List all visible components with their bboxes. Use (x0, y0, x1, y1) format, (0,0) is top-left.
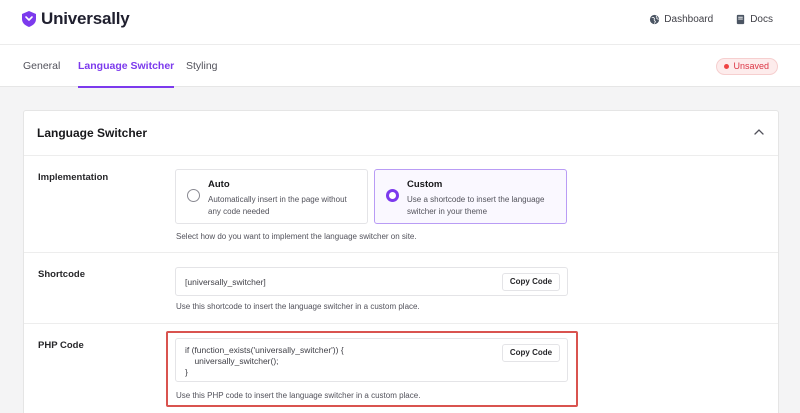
top-links: Dashboard Docs (649, 14, 773, 25)
tab-bar: General Language Switcher Styling Unsave… (0, 45, 800, 88)
status-badge-label: Unsaved (733, 61, 769, 71)
dashboard-link-label: Dashboard (664, 14, 714, 25)
php-code-line: universally_switcher(); (185, 356, 279, 366)
php-code-copy-button[interactable]: Copy Code (502, 344, 560, 362)
brand-logo[interactable]: Universally (22, 9, 130, 29)
tab-language-switcher[interactable]: Language Switcher (78, 45, 175, 88)
custom-option[interactable]: Custom Use a shortcode to insert the lan… (374, 169, 567, 224)
docs-link-label: Docs (750, 14, 773, 25)
php-code-line: } (185, 367, 188, 377)
custom-radio[interactable] (386, 189, 399, 202)
card-header[interactable]: Language Switcher (24, 111, 778, 156)
custom-option-description: Use a shortcode to insert the language s… (407, 195, 545, 216)
row-divider (24, 323, 778, 324)
shortcode-label: Shortcode (38, 269, 85, 280)
php-code-block: if (function_exists('universally_switche… (185, 345, 344, 378)
auto-option[interactable]: Auto Automatically insert in the page wi… (175, 169, 368, 224)
dashboard-link[interactable]: Dashboard (649, 14, 713, 25)
implementation-label: Implementation (38, 172, 109, 183)
auto-radio[interactable] (187, 189, 200, 202)
shortcode-help-text: Use this shortcode to insert the languag… (176, 302, 420, 311)
php-code-label: PHP Code (38, 340, 84, 351)
card-title: Language Switcher (37, 126, 148, 140)
tab-general[interactable]: General (23, 45, 60, 87)
custom-option-title: Custom (407, 179, 443, 190)
php-code-field[interactable]: if (function_exists('universally_switche… (175, 338, 568, 382)
logo-shield-icon (22, 11, 36, 27)
unsaved-status-badge: Unsaved (716, 58, 778, 75)
status-dot-icon (724, 64, 730, 69)
row-divider (24, 252, 778, 253)
auto-option-description: Automatically insert in the page without… (208, 195, 347, 216)
book-icon (737, 14, 745, 25)
shortcode-value: [universally_switcher] (185, 277, 266, 287)
language-switcher-card: Language Switcher Implementation Auto Au… (23, 110, 779, 413)
php-code-line: if (function_exists('universally_switche… (185, 345, 344, 355)
docs-link[interactable]: Docs (735, 14, 773, 25)
shortcode-copy-button[interactable]: Copy Code (502, 273, 560, 291)
tab-styling[interactable]: Styling (186, 45, 218, 87)
chevron-up-icon[interactable] (753, 126, 765, 138)
globe-icon (650, 14, 660, 25)
shortcode-field[interactable]: [universally_switcher] Copy Code (175, 267, 568, 296)
auto-option-title: Auto (208, 179, 230, 190)
php-code-help-text: Use this PHP code to insert the language… (176, 391, 421, 400)
brand-name: Universally (41, 9, 130, 28)
implementation-help-text: Select how do you want to implement the … (176, 232, 417, 241)
top-bar: Universally Dashboard Docs (0, 0, 800, 45)
